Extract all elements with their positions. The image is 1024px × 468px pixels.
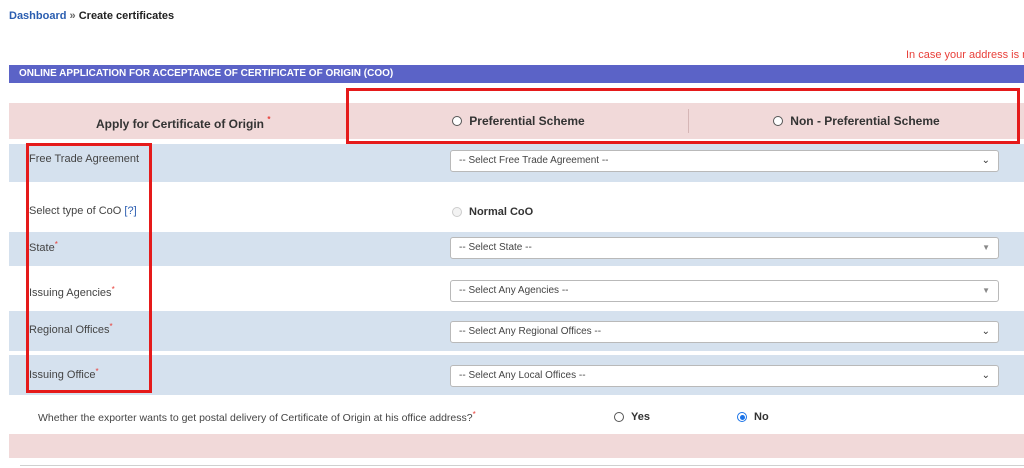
required-mark: * (111, 285, 115, 294)
agencies-label: Issuing Agencies* (29, 285, 115, 299)
non-preferential-scheme-label: Non - Preferential Scheme (790, 114, 940, 128)
chevron-down-icon: ⌄ (981, 370, 990, 381)
preferential-scheme-option[interactable]: Preferential Scheme (349, 103, 688, 139)
breadcrumb-separator: » (69, 10, 76, 22)
required-mark: * (95, 367, 99, 376)
postal-delivery-question-text: Whether the exporter wants to get postal… (38, 412, 473, 424)
state-select[interactable]: -- Select State -- ▼ (450, 237, 999, 259)
required-mark: * (472, 410, 476, 419)
breadcrumb: Dashboard » Create certificates (9, 10, 174, 22)
regional-select-value: -- Select Any Regional Offices -- (459, 326, 602, 337)
preferential-scheme-radio[interactable] (452, 116, 463, 126)
required-mark: * (109, 322, 113, 331)
required-mark: * (267, 115, 271, 124)
agencies-select-value: -- Select Any Agencies -- (459, 285, 569, 296)
preferential-scheme-label: Preferential Scheme (469, 114, 585, 128)
divider (20, 465, 1024, 466)
state-select-value: -- Select State -- (459, 242, 532, 253)
regional-label-text: Regional Offices (29, 324, 110, 336)
apply-coo-label: Apply for Certificate of Origin * (96, 115, 271, 131)
postal-yes-radio[interactable] (614, 412, 624, 422)
regional-label: Regional Offices* (29, 322, 113, 336)
fta-label: Free Trade Agreement (29, 153, 140, 165)
agencies-label-text: Issuing Agencies (29, 287, 112, 299)
fta-select-value: -- Select Free Trade Agreement -- (459, 155, 609, 166)
normal-coo-radio[interactable] (452, 207, 462, 217)
caret-down-icon: ▼ (982, 243, 990, 252)
non-preferential-scheme-option[interactable]: Non - Preferential Scheme (689, 103, 1024, 139)
breadcrumb-current: Create certificates (78, 10, 175, 22)
coo-type-help-link[interactable]: [?] (124, 205, 136, 217)
postal-no-option[interactable]: No (737, 411, 769, 423)
office-label: Issuing Office* (29, 367, 99, 381)
postal-yes-option[interactable]: Yes (614, 411, 650, 423)
required-mark: * (54, 240, 58, 249)
footer-row (9, 434, 1024, 458)
address-notice: In case your address is n (906, 49, 1024, 61)
agencies-select[interactable]: -- Select Any Agencies -- ▼ (450, 280, 999, 302)
office-select-value: -- Select Any Local Offices -- (459, 370, 586, 381)
coo-type-label: Select type of CoO [?] (29, 205, 137, 217)
normal-coo-option[interactable]: Normal CoO (452, 206, 533, 218)
normal-coo-label: Normal CoO (469, 206, 534, 218)
apply-coo-label-text: Apply for Certificate of Origin (96, 117, 265, 131)
coo-type-label-text: Select type of CoO (29, 205, 122, 217)
breadcrumb-dashboard-link[interactable]: Dashboard (9, 10, 66, 22)
state-label-text: State (29, 242, 55, 254)
postal-no-radio[interactable] (737, 412, 747, 422)
office-label-text: Issuing Office (29, 369, 96, 381)
apply-coo-row: Apply for Certificate of Origin * Prefer… (9, 103, 1024, 139)
postal-no-label: No (754, 411, 769, 423)
state-label: State* (29, 240, 58, 254)
fta-select[interactable]: -- Select Free Trade Agreement -- ⌄ (450, 150, 999, 172)
caret-down-icon: ▼ (982, 286, 990, 295)
postal-yes-label: Yes (631, 411, 650, 423)
form-header: ONLINE APPLICATION FOR ACCEPTANCE OF CER… (9, 65, 1024, 83)
chevron-down-icon: ⌄ (981, 155, 990, 166)
postal-delivery-question: Whether the exporter wants to get postal… (38, 410, 476, 424)
chevron-down-icon: ⌄ (981, 326, 990, 337)
non-preferential-scheme-radio[interactable] (773, 116, 784, 126)
office-select[interactable]: -- Select Any Local Offices -- ⌄ (450, 365, 999, 387)
regional-select[interactable]: -- Select Any Regional Offices -- ⌄ (450, 321, 999, 343)
